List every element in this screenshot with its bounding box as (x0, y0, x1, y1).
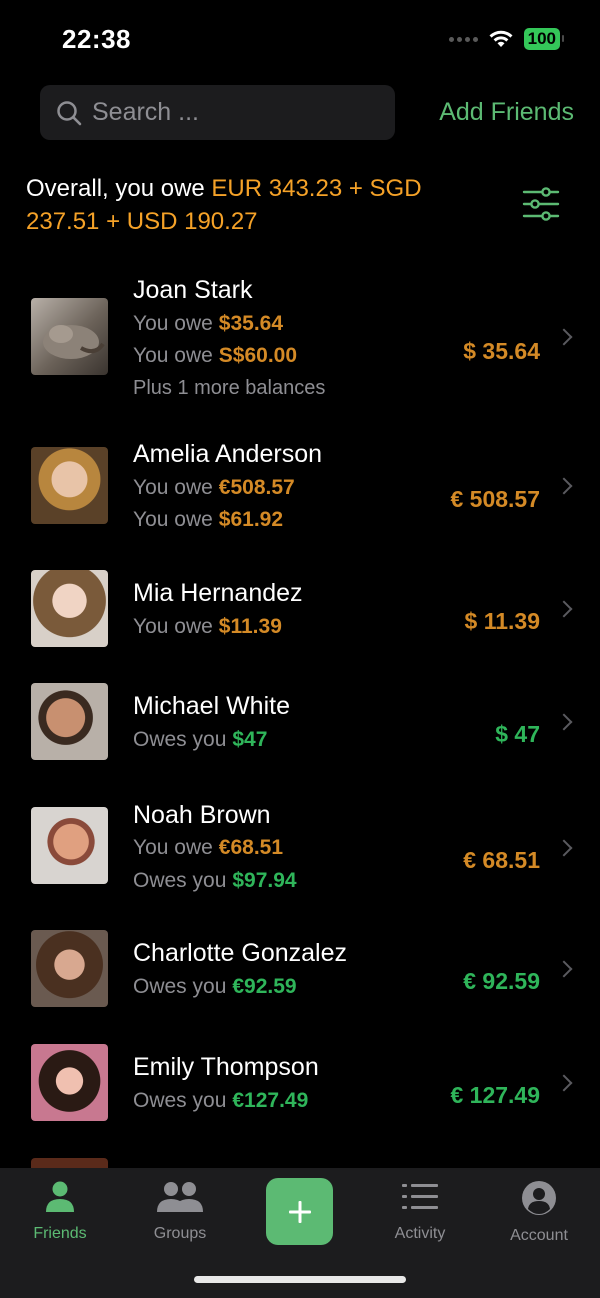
search-bar[interactable] (40, 85, 395, 140)
avatar (31, 1158, 108, 1168)
chevron-right-icon (555, 600, 573, 618)
tab-label: Account (510, 1227, 568, 1244)
chevron-right-icon (555, 477, 573, 495)
filter-button[interactable] (522, 187, 560, 226)
avatar (31, 807, 108, 884)
wifi-icon (489, 30, 513, 47)
friend-row-mia-hernandez[interactable]: Mia Hernandez You owe $11.39 $ 11.39 (0, 570, 600, 673)
search-icon (57, 100, 82, 125)
friend-name: Noah Brown (133, 801, 271, 829)
friend-row-amelia-anderson[interactable]: Amelia Anderson You owe €508.57 You owe $6… (0, 436, 600, 556)
balance-label: You owe (133, 344, 213, 367)
friend-name: Joan Stark (133, 276, 253, 304)
summary-eur: EUR 343.23 (211, 175, 343, 202)
balance-value: $35.64 (218, 312, 284, 335)
balance-line: You owe $35.64 (133, 312, 283, 336)
balance-summary: Overall, you owe EUR 343.23 + SGD 237.51… (26, 172, 496, 238)
friend-row-emily-thompson[interactable]: Emily Thompson Owes you €127.49 € 127.49 (0, 1044, 600, 1150)
balance-line: You owe $61.92 (133, 508, 283, 532)
balance-value: S$60.00 (218, 344, 298, 367)
balance-value: €68.51 (218, 836, 284, 859)
chevron-right-icon (555, 839, 573, 857)
balance-line: You owe $11.39 (133, 615, 282, 639)
sliders-icon (522, 187, 560, 221)
avatar (31, 570, 108, 647)
add-friends-button[interactable]: Add Friends (439, 98, 574, 127)
friend-total: $ 11.39 (464, 608, 540, 634)
chevron-right-icon (555, 1074, 573, 1092)
friend-row-michael-white[interactable]: Michael White Owes you $47 $ 47 (0, 683, 600, 786)
tab-label: Activity (394, 1225, 446, 1242)
add-expense-button[interactable] (266, 1178, 333, 1245)
cat-photo-icon (43, 325, 105, 359)
balance-value: $11.39 (218, 615, 282, 638)
friend-total: € 68.51 (463, 847, 540, 873)
chevron-right-icon (555, 328, 573, 346)
balance-line: You owe S$60.00 (133, 344, 297, 368)
friend-row-noah-brown[interactable]: Noah Brown You owe €68.51 Owes you $97.94 … (0, 798, 600, 908)
balance-line: Owes you €92.59 (133, 975, 297, 999)
tab-activity[interactable]: Activity (370, 1180, 470, 1243)
status-time: 22:38 (62, 24, 131, 54)
friend-total: $ 47 (495, 721, 540, 747)
tab-label: Groups (153, 1225, 207, 1242)
balance-value: €508.57 (218, 476, 295, 499)
tab-groups[interactable]: Groups (130, 1180, 230, 1243)
summary-plus: + (106, 208, 121, 235)
search-input[interactable] (92, 98, 372, 127)
balance-label: You owe (133, 476, 213, 499)
friend-row-joan-stark[interactable]: Joan Stark You owe $35.64 You owe S$60.00 … (0, 268, 600, 418)
friend-name: Mia Hernandez (133, 579, 303, 607)
balance-line: Owes you $47 (133, 728, 267, 752)
friend-name: Charlotte Gonzalez (133, 939, 348, 967)
balance-label: You owe (133, 615, 213, 638)
status-indicators: 100 (448, 28, 565, 50)
account-icon (522, 1181, 556, 1215)
balance-label: Owes you (133, 975, 227, 998)
balance-value: $47 (232, 728, 268, 751)
cellular-signal-icon (448, 36, 478, 42)
friend-total: $ 35.64 (463, 338, 540, 364)
friend-total: € 92.59 (463, 968, 540, 994)
list-icon (402, 1184, 438, 1209)
summary-prefix: Overall, you owe (26, 175, 205, 202)
balance-line: Owes you €127.49 (133, 1089, 308, 1113)
balance-value: €92.59 (232, 975, 297, 998)
home-indicator (194, 1276, 406, 1283)
balance-value: €127.49 (232, 1089, 309, 1112)
summary-usd: USD 190.27 (126, 208, 258, 235)
tab-friends[interactable]: Friends (10, 1180, 110, 1243)
friend-total: € 127.49 (450, 1082, 540, 1108)
avatar (31, 683, 108, 760)
balance-line: You owe €68.51 (133, 836, 283, 860)
tab-account[interactable]: Account (489, 1180, 589, 1245)
friend-name: Emily Thompson (133, 1053, 319, 1081)
chevron-right-icon (555, 713, 573, 731)
friend-name: Michael White (133, 692, 290, 720)
balance-value: $97.94 (232, 869, 297, 892)
balance-label: Owes you (133, 1089, 227, 1112)
avatar (31, 447, 108, 524)
avatar (31, 930, 108, 1007)
tab-label: Friends (33, 1225, 87, 1242)
friend-row-charlotte-gonzalez[interactable]: Charlotte Gonzalez Owes you €92.59 € 92.5… (0, 930, 600, 1036)
more-balances-text: Plus 1 more balances (133, 377, 326, 399)
balance-line: You owe €508.57 (133, 476, 295, 500)
balance-line: Owes you $97.94 (133, 869, 297, 893)
summary-plus: + (348, 175, 363, 202)
balance-label: You owe (133, 508, 213, 531)
balance-label: You owe (133, 836, 213, 859)
balance-value: $61.92 (218, 508, 284, 531)
person-icon (46, 1181, 74, 1212)
group-icon (157, 1182, 203, 1212)
balance-label: Owes you (133, 869, 227, 892)
friend-total: € 508.57 (450, 486, 540, 512)
chevron-right-icon (555, 960, 573, 978)
avatar (31, 298, 108, 375)
balance-label: You owe (133, 312, 213, 335)
friend-name: Amelia Anderson (133, 440, 323, 468)
battery-icon: 100 (523, 28, 565, 50)
avatar (31, 1044, 108, 1121)
balance-label: Owes you (133, 728, 227, 751)
